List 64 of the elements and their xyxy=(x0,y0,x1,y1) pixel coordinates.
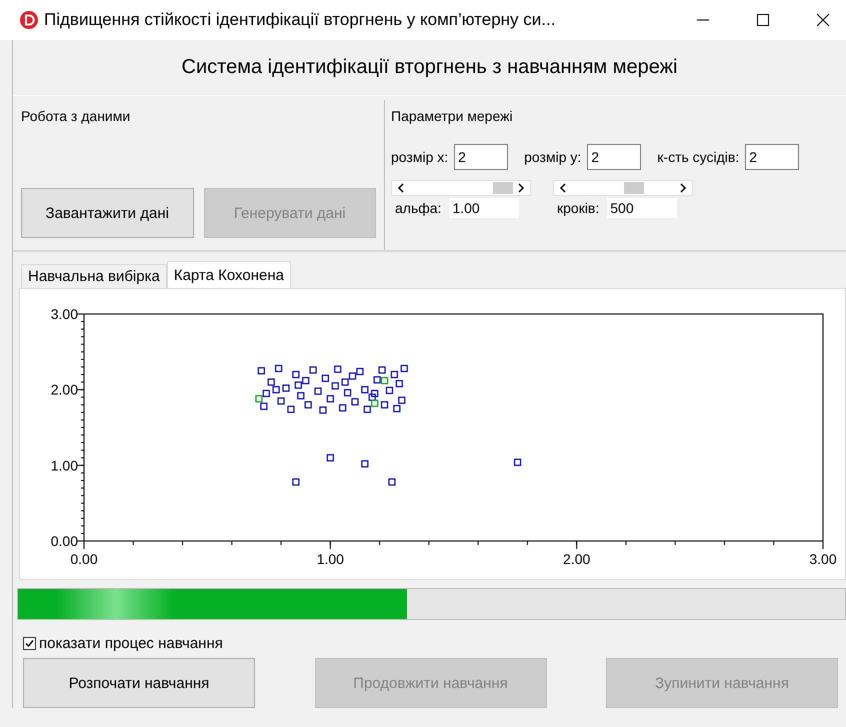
data-point xyxy=(275,364,282,372)
window-title: Підвищення стійкості ідентифікації вторгнень у комп’ютерну си... xyxy=(44,10,556,30)
x-tick-label: 1.00 xyxy=(316,551,344,567)
slider-thumb[interactable] xyxy=(624,182,644,194)
x-tick-label: 3.00 xyxy=(809,551,837,567)
checkbox-label: показати процес навчання xyxy=(39,635,223,652)
data-point xyxy=(339,404,346,412)
field-label: розмір у: xyxy=(524,149,582,165)
y-tick-label: 3.00 xyxy=(50,306,78,322)
data-point xyxy=(351,398,359,406)
x-tick-label: 0.00 xyxy=(70,551,98,567)
data-point xyxy=(334,366,342,373)
data-point xyxy=(326,395,334,402)
data-point xyxy=(332,382,339,390)
data-point xyxy=(287,406,295,413)
data-point xyxy=(361,460,368,468)
data-point xyxy=(292,478,300,486)
data-point xyxy=(380,401,388,408)
slider-label: альфа: xyxy=(395,200,442,216)
data-point xyxy=(314,388,322,395)
input-field[interactable]: 2 xyxy=(587,144,642,170)
training-button[interactable]: Розпочати навчання xyxy=(23,658,255,708)
field-label: к-сть сусідів: xyxy=(657,149,740,165)
y-tick-label: 2.00 xyxy=(50,382,78,398)
app-header: Система ідентифікації вторгнень з навчанням мережі xyxy=(13,40,846,96)
y-tick-label: 0.00 xyxy=(50,533,78,549)
value-field: 500 xyxy=(607,198,678,218)
value-field: 1.00 xyxy=(449,198,520,218)
group-title: Робота з даними xyxy=(21,108,132,124)
input-field[interactable]: 2 xyxy=(454,144,508,170)
data-point xyxy=(388,478,396,486)
data-point xyxy=(322,374,329,382)
data-point xyxy=(400,364,408,372)
scroll-slider[interactable] xyxy=(391,180,531,196)
data-point xyxy=(386,386,394,394)
tab[interactable]: Навчальна вибірка xyxy=(21,264,167,288)
data-point xyxy=(258,367,265,374)
slider-thumb[interactable] xyxy=(493,182,514,194)
data-point xyxy=(297,392,304,400)
data-point xyxy=(292,370,300,378)
data-point xyxy=(326,454,334,462)
data-point xyxy=(378,366,386,374)
field-label: розмір х: xyxy=(391,149,448,165)
checkbox[interactable] xyxy=(23,637,36,650)
data-point xyxy=(282,384,290,392)
data-point xyxy=(396,380,403,388)
data-point xyxy=(390,370,398,378)
input-field[interactable]: 2 xyxy=(745,144,800,170)
tab[interactable]: Карта Кохонена xyxy=(166,261,291,288)
data-point xyxy=(344,389,352,396)
data-point xyxy=(514,458,522,466)
group-title: Параметри мережі xyxy=(391,108,514,124)
data-point xyxy=(319,406,327,414)
data-point xyxy=(304,401,312,408)
scroll-slider[interactable] xyxy=(553,180,693,196)
close-icon xyxy=(817,14,829,26)
data-point xyxy=(277,397,285,405)
data-point xyxy=(309,366,317,374)
data-button[interactable]: Завантажити дані xyxy=(21,188,194,238)
y-tick-label: 1.00 xyxy=(50,457,78,474)
slider-label: кроків: xyxy=(557,200,600,216)
maximize-icon xyxy=(757,14,769,26)
app-logo-icon xyxy=(20,11,38,29)
x-tick-label: 2.00 xyxy=(563,551,590,567)
